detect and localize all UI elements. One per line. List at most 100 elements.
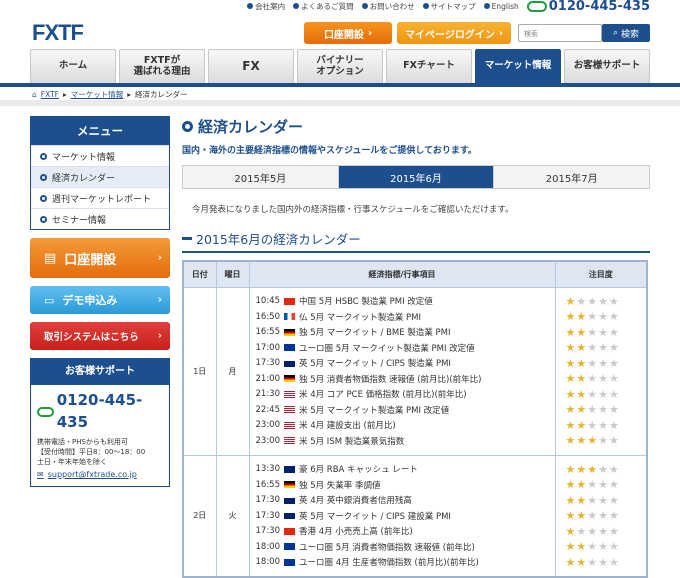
support-phone: 0120-445-435	[37, 390, 163, 434]
event-item: 21:00 独 5月 消費者物価指数 速報値 (前月比)(前年比)	[256, 371, 555, 387]
star-filled-icon: ★	[565, 478, 576, 492]
star-empty-icon: ★	[598, 478, 608, 492]
event-text: 米 4月 コア PCE 価格指数 (前月比)(前年比)	[299, 390, 467, 401]
top-utility-bar: 会社案内 よくあるご質問 お問い合わせ サイトマップ English 0120-…	[247, 0, 650, 14]
toplink-company[interactable]: 会社案内	[247, 1, 285, 12]
star-empty-icon: ★	[609, 372, 619, 386]
importance-stars: ★ ★ ★ ★ ★	[566, 325, 647, 341]
star-empty-icon: ★	[587, 372, 598, 386]
toplink-sitemap[interactable]: サイトマップ	[422, 1, 476, 12]
star-filled-icon: ★	[576, 434, 587, 448]
event-time: 23:00	[255, 435, 281, 446]
nav-home[interactable]: ホーム	[30, 49, 116, 83]
importance-stars: ★ ★ ★ ★ ★	[566, 555, 647, 571]
event-text: 中国 5月 HSBC 製造業 PMI 改定値	[299, 297, 433, 308]
star-filled-icon: ★	[576, 356, 587, 370]
nav-underline	[0, 83, 680, 87]
flag-de-icon	[284, 481, 295, 489]
flag-eu-icon	[284, 344, 295, 352]
tab-june[interactable]: 2015年6月	[338, 166, 495, 188]
event-item: 23:00 米 4月 建設支出 (前月比)	[256, 418, 555, 434]
flag-us-icon	[284, 390, 295, 398]
star-empty-icon: ★	[587, 478, 598, 492]
star-empty-icon: ★	[609, 478, 619, 492]
day-date: 2日	[182, 454, 217, 578]
support-title: お客様サポート	[31, 359, 169, 385]
star-filled-icon: ★	[576, 462, 587, 476]
star-empty-icon: ★	[609, 493, 619, 507]
document-icon: ▤	[44, 250, 57, 266]
sidebar: メニュー マーケット情報 経済カレンダー 週刊マーケットレポート セミナー情報 …	[30, 116, 170, 487]
search-icon: ⌕	[612, 28, 619, 38]
nav-reasons[interactable]: FXTFが 選ばれる理由	[119, 49, 205, 83]
event-text: 米 5月 ISM 製造業景気指数	[299, 436, 405, 447]
star-filled-icon: ★	[565, 524, 576, 538]
star-empty-icon: ★	[587, 387, 598, 401]
importance-stars: ★ ★ ★ ★ ★	[566, 294, 647, 310]
open-account-button[interactable]: 口座開設 ›	[304, 22, 392, 44]
nav-fx-chart[interactable]: FXチャート	[386, 49, 472, 83]
importance-stars: ★ ★ ★ ★ ★	[566, 524, 647, 540]
tab-july[interactable]: 2015年7月	[494, 166, 650, 188]
support-holidays: 土日・年末年始を除く	[37, 457, 107, 466]
menu-item-seminar[interactable]: セミナー情報	[31, 208, 169, 229]
event-time: 23:00	[255, 420, 281, 431]
star-filled-icon: ★	[565, 294, 576, 308]
importance-stars: ★ ★ ★ ★ ★	[566, 539, 647, 555]
event-item: 10:45 中国 5月 HSBC 製造業 PMI 改定値	[256, 294, 555, 310]
star-filled-icon: ★	[576, 509, 587, 523]
event-time: 16:55	[255, 479, 281, 490]
nav-support[interactable]: お客様サポート	[564, 49, 650, 83]
star-filled-icon: ★	[576, 372, 587, 386]
mypage-login-button[interactable]: マイページログイン ›	[397, 22, 511, 44]
arrow-right-icon: ›	[498, 27, 503, 39]
event-text: 米 4月 建設支出 (前月比)	[299, 421, 396, 432]
trading-system-button[interactable]: 取引システムはこちら ›	[30, 322, 170, 350]
star-empty-icon: ★	[598, 325, 608, 339]
star-empty-icon: ★	[598, 403, 608, 417]
bullet-icon	[293, 3, 300, 9]
star-filled-icon: ★	[576, 341, 587, 355]
breadcrumb: ⌂ FXTF ▸ マーケット情報 ▸ 経済カレンダー	[32, 89, 188, 100]
star-empty-icon: ★	[598, 540, 608, 554]
breadcrumb-market[interactable]: マーケット情報	[71, 89, 124, 100]
support-email[interactable]: ✉ support@fxtrade.co.jp	[37, 469, 163, 481]
tab-may[interactable]: 2015年5月	[183, 166, 339, 188]
toplink-contact[interactable]: お問い合わせ	[361, 1, 415, 12]
site-logo[interactable]: FXTF	[32, 20, 84, 46]
side-open-account-button[interactable]: ▤ 口座開設 ›	[30, 238, 170, 278]
nav-fx[interactable]: FX	[208, 49, 294, 83]
nav-market-info[interactable]: マーケット情報	[475, 49, 561, 83]
importance-stars: ★ ★ ★ ★ ★	[566, 371, 647, 387]
importance-stars: ★ ★ ★ ★ ★	[566, 402, 647, 418]
star-filled-icon: ★	[565, 434, 576, 448]
star-empty-icon: ★	[598, 372, 608, 386]
search-button[interactable]: ⌕ 検索	[602, 24, 650, 42]
demo-button[interactable]: ▭ デモ申込み ›	[30, 286, 170, 314]
event-time: 17:30	[255, 495, 281, 506]
toplink-english[interactable]: English	[483, 2, 519, 11]
menu-item-weekly[interactable]: 週刊マーケットレポート	[31, 187, 169, 208]
event-item: 17:00 ユーロ圏 5月 マークイット製造業 PMI 改定値	[256, 340, 555, 356]
col-weekday: 曜日	[215, 260, 250, 288]
bullet-icon	[422, 3, 429, 9]
menu-item-market[interactable]: マーケット情報	[31, 145, 169, 166]
importance-stars: ★ ★ ★ ★ ★	[566, 508, 647, 524]
star-empty-icon: ★	[609, 403, 619, 417]
col-event: 経済指標/行事項目	[248, 260, 556, 288]
importance-stars: ★ ★ ★ ★ ★	[566, 433, 647, 449]
toplink-faq[interactable]: よくあるご質問	[293, 1, 354, 12]
nav-binary[interactable]: バイナリー オプション	[297, 49, 383, 83]
menu-item-calendar[interactable]: 経済カレンダー	[31, 166, 169, 187]
breadcrumb-home[interactable]: FXTF	[41, 90, 59, 99]
star-empty-icon: ★	[609, 462, 619, 476]
search-input[interactable]: 検索	[518, 24, 602, 42]
event-time: 17:30	[255, 510, 281, 521]
star-empty-icon: ★	[598, 356, 608, 370]
event-text: 豪 6月 RBA キャッシュ レート	[299, 465, 418, 476]
event-text: 米 5月 マークイット製造業 PMI 改定値	[299, 405, 450, 416]
flag-eu-icon	[284, 543, 295, 551]
event-time: 17:30	[255, 526, 281, 537]
event-item: 18:00 ユーロ圏 5月 消費者物価指数 速報値 (前年比)	[256, 539, 555, 555]
star-empty-icon: ★	[598, 524, 608, 538]
